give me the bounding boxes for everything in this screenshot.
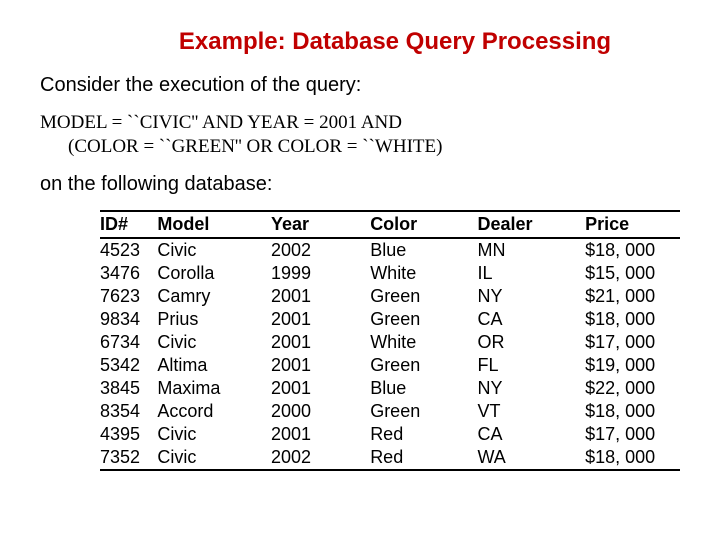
cell-color: Green [370, 308, 445, 331]
cell-id: 9834 [100, 308, 157, 331]
col-header-color: Color [370, 211, 445, 238]
cell-color: Red [370, 446, 445, 470]
cell-year: 2001 [271, 308, 336, 331]
cell-dealer: CA [477, 423, 552, 446]
cell-id: 4523 [100, 238, 157, 262]
cell-price: $21, 000 [585, 285, 680, 308]
cell-year: 2000 [271, 400, 336, 423]
table-row: 6734Civic 2001 White OR $17, 000 [100, 331, 680, 354]
cell-year: 2002 [271, 238, 336, 262]
cell-price: $19, 000 [585, 354, 680, 377]
col-header-price: Price [585, 211, 680, 238]
cell-price: $18, 000 [585, 446, 680, 470]
cell-price: $22, 000 [585, 377, 680, 400]
cell-year: 2001 [271, 285, 336, 308]
cell-color: Green [370, 400, 445, 423]
cell-year: 2001 [271, 331, 336, 354]
cell-dealer: VT [477, 400, 552, 423]
cell-id: 3476 [100, 262, 157, 285]
cell-color: Blue [370, 238, 445, 262]
query-block: MODEL = ``CIVIC'' AND YEAR = 2001 AND (C… [40, 111, 680, 159]
cell-id: 4395 [100, 423, 157, 446]
cell-color: Green [370, 285, 445, 308]
query-line-1: MODEL = ``CIVIC'' AND YEAR = 2001 AND [40, 111, 680, 135]
cell-model: Camry [157, 285, 242, 308]
table-row: 7352Civic 2002 Red WA $18, 000 [100, 446, 680, 470]
cell-price: $18, 000 [585, 400, 680, 423]
cell-dealer: NY [477, 377, 552, 400]
cell-dealer: FL [477, 354, 552, 377]
cell-color: White [370, 331, 445, 354]
query-line-2: (COLOR = ``GREEN'' OR COLOR = ``WHITE) [40, 135, 680, 159]
cell-price: $18, 000 [585, 238, 680, 262]
cell-color: Red [370, 423, 445, 446]
cell-year: 2001 [271, 354, 336, 377]
table-row: 3845Maxima 2001 Blue NY $22, 000 [100, 377, 680, 400]
cell-dealer: MN [477, 238, 552, 262]
cell-dealer: NY [477, 285, 552, 308]
intro-text: Consider the execution of the query: [40, 74, 680, 97]
table-row: 4395Civic 2001 Red CA $17, 000 [100, 423, 680, 446]
cell-color: White [370, 262, 445, 285]
cell-id: 8354 [100, 400, 157, 423]
col-header-dealer: Dealer [477, 211, 552, 238]
outro-text: on the following database: [40, 173, 680, 196]
cell-model: Corolla [157, 262, 242, 285]
cell-color: Green [370, 354, 445, 377]
cell-id: 7352 [100, 446, 157, 470]
cell-dealer: IL [477, 262, 552, 285]
cell-price: $17, 000 [585, 423, 680, 446]
col-header-model: Model [157, 211, 242, 238]
database-table-wrap: ID# Model Year Color Dealer Price 4523Ci… [100, 210, 680, 471]
cell-model: Accord [157, 400, 242, 423]
table-row: 9834Prius 2001 Green CA $18, 000 [100, 308, 680, 331]
cell-dealer: OR [477, 331, 552, 354]
cell-price: $15, 000 [585, 262, 680, 285]
cell-year: 1999 [271, 262, 336, 285]
cell-price: $18, 000 [585, 308, 680, 331]
cell-model: Altima [157, 354, 242, 377]
cell-year: 2002 [271, 446, 336, 470]
cell-model: Civic [157, 238, 242, 262]
database-table: ID# Model Year Color Dealer Price 4523Ci… [100, 210, 680, 471]
cell-id: 3845 [100, 377, 157, 400]
table-row: 5342Altima 2001 Green FL $19, 000 [100, 354, 680, 377]
cell-dealer: WA [477, 446, 552, 470]
table-row: 7623Camry 2001 Green NY $21, 000 [100, 285, 680, 308]
cell-id: 6734 [100, 331, 157, 354]
cell-price: $17, 000 [585, 331, 680, 354]
cell-dealer: CA [477, 308, 552, 331]
cell-year: 2001 [271, 377, 336, 400]
col-header-id: ID# [100, 211, 157, 238]
table-header-row: ID# Model Year Color Dealer Price [100, 211, 680, 238]
col-header-year: Year [271, 211, 336, 238]
table-row: 8354Accord 2000 Green VT $18, 000 [100, 400, 680, 423]
cell-model: Maxima [157, 377, 242, 400]
cell-year: 2001 [271, 423, 336, 446]
cell-model: Civic [157, 446, 242, 470]
cell-id: 5342 [100, 354, 157, 377]
cell-id: 7623 [100, 285, 157, 308]
slide: Example: Database Query Processing Consi… [0, 0, 720, 471]
cell-model: Prius [157, 308, 242, 331]
cell-model: Civic [157, 423, 242, 446]
page-title: Example: Database Query Processing [110, 28, 680, 56]
cell-model: Civic [157, 331, 242, 354]
table-row: 3476Corolla 1999 White IL $15, 000 [100, 262, 680, 285]
table-row: 4523Civic 2002 Blue MN $18, 000 [100, 238, 680, 262]
cell-color: Blue [370, 377, 445, 400]
